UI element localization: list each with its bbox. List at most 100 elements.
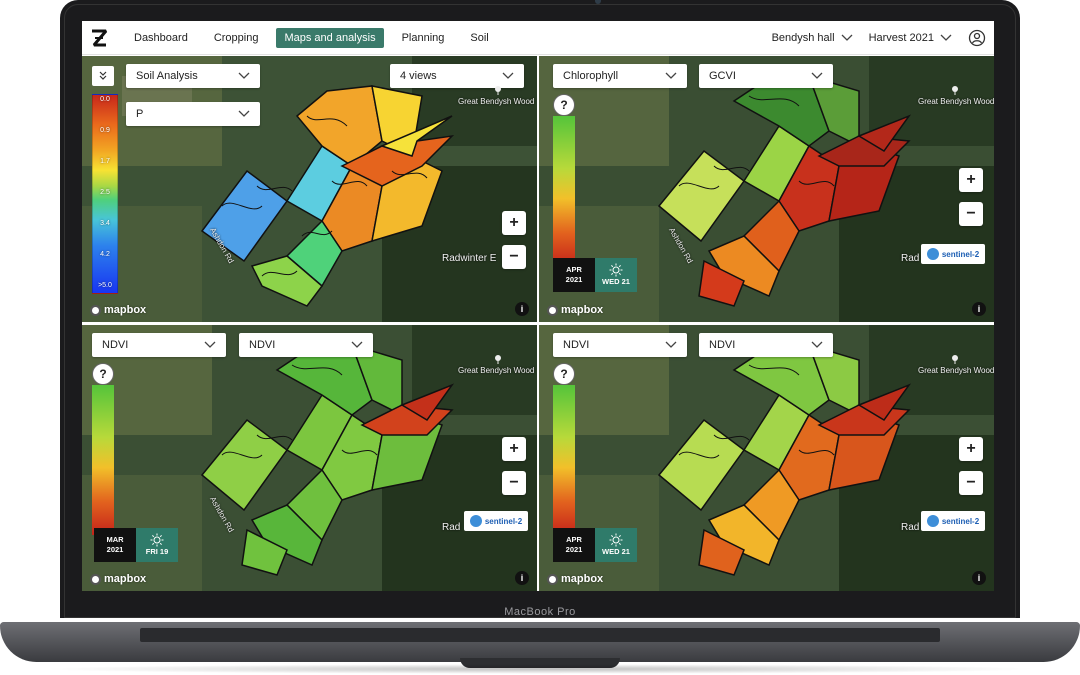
sentinel-icon <box>926 515 939 527</box>
date-day: WED 21 <box>595 258 637 292</box>
info-icon[interactable]: i <box>972 302 986 316</box>
legend-tick: 3.4 <box>100 220 110 227</box>
sun-icon <box>609 533 623 547</box>
place-label-rad: Rad <box>901 253 920 264</box>
nutrient-dropdown[interactable]: P <box>126 102 260 126</box>
index-legend-gradient <box>553 116 575 266</box>
zoom-out-button[interactable]: − <box>502 245 526 269</box>
place-label-wood: Great Bendysh Wood <box>918 366 994 375</box>
chevron-down-icon <box>940 34 952 41</box>
place-label-rad: Rad <box>442 522 461 533</box>
product-render: Dashboard Cropping Maps and analysis Pla… <box>0 0 1080 675</box>
chevron-down-icon <box>351 341 363 348</box>
layer-type-dropdown[interactable]: Chlorophyll <box>553 64 687 88</box>
device-label: MacBook Pro <box>504 606 576 618</box>
date-month-year: APR 2021 <box>553 258 595 292</box>
tab-cropping[interactable]: Cropping <box>206 28 267 48</box>
image-date-picker[interactable]: MAR 2021 FRI 19 <box>94 528 178 562</box>
zoom-in-button[interactable]: + <box>959 168 983 192</box>
map-panel-soil-analysis[interactable]: Soil Analysis P 4 views 0.0 0.9 1.7 2.5 <box>82 56 537 322</box>
mapbox-logo: mapbox <box>90 304 146 316</box>
image-date-picker[interactable]: APR 2021 WED 21 <box>553 528 637 562</box>
legend-tick: 0.0 <box>100 96 110 103</box>
place-label-wood: Great Bendysh Wood <box>458 366 535 375</box>
place-label-wood: Great Bendysh Wood <box>458 97 535 106</box>
tree-icon <box>495 355 501 364</box>
season-selector[interactable]: Harvest 2021 <box>869 32 952 44</box>
tab-planning[interactable]: Planning <box>394 28 453 48</box>
chevron-down-icon <box>665 72 677 79</box>
views-dropdown[interactable]: 4 views <box>390 64 524 88</box>
camera <box>595 0 601 4</box>
collapse-panel-button[interactable] <box>92 66 114 86</box>
tab-dashboard[interactable]: Dashboard <box>126 28 196 48</box>
index-dropdown[interactable]: NDVI <box>699 333 833 357</box>
date-day: FRI 19 <box>136 528 178 562</box>
date-month: APR <box>566 265 582 275</box>
mapbox-icon <box>547 304 558 316</box>
chevron-down-icon <box>238 110 250 117</box>
layer-type-value: NDVI <box>102 339 129 351</box>
help-button[interactable]: ? <box>553 363 575 385</box>
date-month: APR <box>566 535 582 545</box>
info-icon[interactable]: i <box>972 571 986 585</box>
mapbox-icon <box>90 304 101 316</box>
sun-icon <box>150 533 164 547</box>
legend-tick: 0.9 <box>100 127 110 134</box>
tab-soil[interactable]: Soil <box>462 28 496 48</box>
satellite-map-soil[interactable] <box>82 56 537 322</box>
index-value: NDVI <box>249 339 276 351</box>
sentinel-badge: sentinel-2 <box>921 511 985 531</box>
zoom-out-button[interactable]: − <box>959 471 983 495</box>
chevron-down-icon <box>811 72 823 79</box>
date-year: 2021 <box>565 275 583 284</box>
map-panel-chlorophyll[interactable]: Chlorophyll GCVI ? Great Bendysh Wood Ra… <box>539 56 994 322</box>
chevron-down-icon <box>811 341 823 348</box>
layer-type-value: Chlorophyll <box>563 70 619 82</box>
map-grid: Soil Analysis P 4 views 0.0 0.9 1.7 2.5 <box>82 56 994 591</box>
index-dropdown[interactable]: NDVI <box>239 333 373 357</box>
zoom-out-button[interactable]: − <box>502 471 526 495</box>
farm-selector-label: Bendysh hall <box>771 31 835 44</box>
farm-selector[interactable]: Bendysh hall <box>772 32 853 44</box>
help-button[interactable]: ? <box>92 363 114 385</box>
layer-type-value: NDVI <box>563 339 590 351</box>
app-logo-icon[interactable] <box>86 25 112 51</box>
mapbox-logo: mapbox <box>547 573 603 585</box>
soil-legend: 0.0 0.9 1.7 2.5 3.4 4.2 >5.0 <box>92 94 118 294</box>
chevron-down-icon <box>204 341 216 348</box>
sentinel-badge: sentinel-2 <box>921 244 985 264</box>
mapbox-label: mapbox <box>561 304 604 316</box>
index-dropdown[interactable]: GCVI <box>699 64 833 88</box>
date-month: MAR <box>106 535 124 545</box>
place-label-radwinter: Radwinter E <box>442 253 497 264</box>
date-day-label: WED 21 <box>602 547 630 557</box>
mapbox-label: mapbox <box>104 573 147 585</box>
user-account-icon[interactable] <box>968 29 986 47</box>
chevron-down-icon <box>841 34 853 41</box>
layer-type-dropdown[interactable]: NDVI <box>92 333 226 357</box>
sentinel-badge: sentinel-2 <box>464 511 528 531</box>
layer-type-dropdown[interactable]: Soil Analysis <box>126 64 260 88</box>
sun-icon <box>609 263 623 277</box>
image-date-picker[interactable]: APR 2021 WED 21 <box>553 258 637 292</box>
info-icon[interactable]: i <box>515 302 529 316</box>
info-icon[interactable]: i <box>515 571 529 585</box>
map-panel-ndvi-march[interactable]: NDVI NDVI ? Great Bendysh Wood Rad Ashdo… <box>82 325 537 591</box>
help-button[interactable]: ? <box>553 94 575 116</box>
mapbox-icon <box>90 573 101 585</box>
zoom-in-button[interactable]: + <box>502 211 526 235</box>
layer-type-dropdown[interactable]: NDVI <box>553 333 687 357</box>
sentinel-label: sentinel-2 <box>941 249 980 259</box>
date-year: 2021 <box>106 545 124 554</box>
date-month-year: MAR 2021 <box>94 528 136 562</box>
index-legend-gradient <box>553 385 575 535</box>
zoom-out-button[interactable]: − <box>959 202 983 226</box>
zoom-in-button[interactable]: + <box>959 437 983 461</box>
mapbox-logo: mapbox <box>90 573 146 585</box>
top-nav: Dashboard Cropping Maps and analysis Pla… <box>82 21 994 55</box>
map-panel-ndvi-april[interactable]: NDVI NDVI ? Great Bendysh Wood Rad + − s… <box>539 325 994 591</box>
tab-maps-and-analysis[interactable]: Maps and analysis <box>276 27 384 48</box>
zoom-in-button[interactable]: + <box>502 437 526 461</box>
chevron-down-icon <box>238 72 250 79</box>
